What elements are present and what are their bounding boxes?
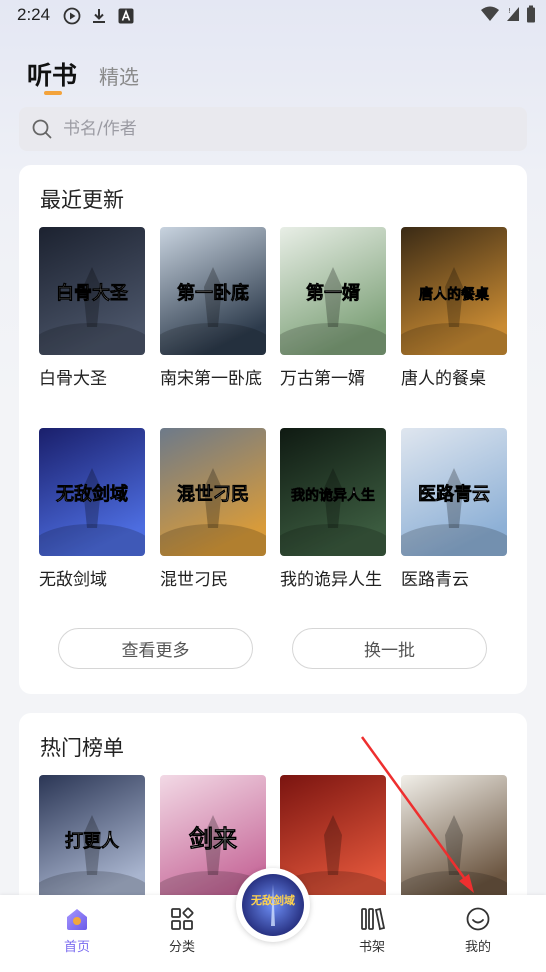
nav-label-category: 分类	[168, 940, 195, 955]
tab-audiobooks[interactable]: 听书	[27, 56, 77, 95]
book-item[interactable]: 第一婿万古第一婿	[280, 227, 386, 389]
hot-book-item[interactable]: 打更人	[39, 775, 145, 903]
nav-label-profile: 我的	[464, 940, 491, 955]
search-input[interactable]	[63, 119, 463, 139]
font-a-icon	[118, 8, 134, 24]
book-title: 南宋第一卧底	[160, 369, 262, 389]
search-bar[interactable]	[19, 107, 527, 151]
wifi-icon	[481, 6, 499, 21]
book-item[interactable]: 无敌剑域 无敌剑域	[39, 428, 145, 590]
book-cover-title: 我的诡异人生	[291, 487, 375, 504]
smile-profile-icon	[466, 907, 490, 931]
nav-bookshelf[interactable]: 书架	[342, 905, 402, 955]
book-cover: 医路青云	[401, 428, 507, 556]
now-playing-cover-title: 无敌剑域	[250, 893, 295, 907]
book-cover-title: 医路青云	[418, 483, 490, 505]
book-cover: 无敌剑域	[39, 428, 145, 556]
download-icon	[93, 9, 105, 23]
status-bar: 2:24 !	[0, 0, 546, 32]
book-cover: 混世刁民	[160, 428, 266, 556]
section-title-recent: 最近更新	[40, 188, 124, 212]
status-time: 2:24	[17, 5, 51, 24]
bookshelf-icon	[361, 907, 386, 931]
book-title: 白骨大圣	[39, 369, 107, 389]
hot-book-item[interactable]	[401, 775, 507, 903]
book-cover: 第一卧底	[160, 227, 266, 355]
book-cover-title: 混世刁民	[177, 484, 249, 505]
play-circle-icon	[63, 7, 81, 25]
view-more-button[interactable]: 查看更多	[58, 628, 253, 669]
book-cover: 第一婿	[280, 227, 386, 355]
book-cover-title: 唐人的餐桌	[419, 286, 490, 303]
book-item[interactable]: 白骨大圣 白骨大圣	[39, 227, 145, 389]
book-title: 医路青云	[401, 570, 469, 590]
top-tabs: 听书 精选	[27, 56, 139, 95]
battery-icon	[527, 5, 535, 23]
book-cover: 我的诡异人生	[280, 428, 386, 556]
book-title: 混世刁民	[160, 570, 228, 590]
svg-text:!: !	[508, 7, 511, 15]
nav-category[interactable]: 分类	[152, 905, 212, 955]
home-icon	[67, 909, 87, 930]
nav-label-home: 首页	[63, 940, 90, 955]
nav-label-bookshelf: 书架	[358, 940, 385, 955]
book-item[interactable]: 第一卧底南宋第一卧底	[160, 227, 266, 389]
book-cover-title: 无敌剑域	[56, 483, 128, 505]
book-cover	[401, 775, 507, 903]
nav-home[interactable]: 首页	[47, 905, 107, 955]
book-cover-title: 第一婿	[306, 282, 360, 304]
book-cover: 打更人	[39, 775, 145, 903]
book-item[interactable]: 医路青云 医路青云	[401, 428, 507, 590]
book-cover: 唐人的餐桌	[401, 227, 507, 355]
book-title: 唐人的餐桌	[401, 369, 486, 389]
book-item[interactable]: 我的诡异人生 我的诡异人生	[280, 428, 386, 590]
refresh-batch-button[interactable]: 换一批	[292, 628, 487, 669]
now-playing-cover: 无敌剑域	[242, 874, 304, 936]
book-cover-title: 白骨大圣	[56, 282, 129, 304]
book-item[interactable]: 唐人的餐桌 唐人的餐桌	[401, 227, 507, 389]
book-cover-title: 剑来	[188, 825, 238, 853]
section-title-hot: 热门榜单	[40, 736, 124, 760]
book-cover-title: 打更人	[65, 830, 120, 852]
category-grid-icon	[171, 907, 194, 930]
book-title: 无敌剑域	[39, 570, 107, 590]
now-playing-button[interactable]: 无敌剑域	[236, 868, 310, 942]
recent-updates-card: 最近更新 白骨大圣 白骨大圣 第一卧底 南宋第一卧底 第一婿 万古第一婿 唐人的餐桌 唐人的餐…	[19, 165, 527, 694]
book-cover: 白骨大圣	[39, 227, 145, 355]
tab-featured[interactable]: 精选	[99, 61, 139, 90]
book-title: 万古第一婿	[280, 369, 365, 389]
book-cover-title: 第一卧底	[177, 282, 249, 304]
nav-profile[interactable]: 我的	[448, 905, 508, 955]
signal-icon: !	[507, 7, 519, 21]
book-item[interactable]: 混世刁民 混世刁民	[160, 428, 266, 590]
search-icon	[32, 119, 52, 139]
book-title: 我的诡异人生	[280, 570, 382, 590]
